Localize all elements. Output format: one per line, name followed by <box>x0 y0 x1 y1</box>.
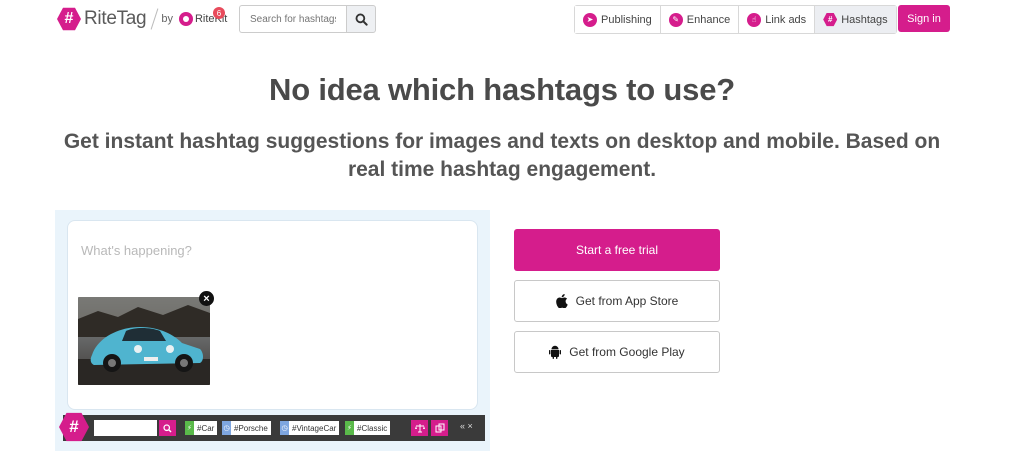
composer-placeholder: What's happening? <box>81 243 192 258</box>
copy-icon <box>435 423 444 433</box>
pencil-icon: ✎ <box>668 12 683 27</box>
sign-in-button[interactable]: Sign in <box>898 5 950 32</box>
send-icon: ➤ <box>583 12 597 27</box>
chip-label: #Classic <box>357 423 388 433</box>
google-play-button[interactable]: Get from Google Play <box>514 331 720 373</box>
hashtag-chip-classic[interactable]: ⚡ #Classic <box>345 421 391 435</box>
product-nav: ➤ Publishing ✎ Enhance ☝ Link ads # Hash… <box>574 5 897 34</box>
nav-link-ads-label: Link ads <box>765 13 807 26</box>
trending-icon: ⚡ <box>185 421 194 435</box>
ritekit-icon <box>178 12 193 26</box>
ritetag-logo[interactable]: # RiteTag by RiteKit <box>57 7 227 31</box>
remove-image-button[interactable]: × <box>199 291 214 306</box>
nav-hashtags[interactable]: # Hashtags <box>815 6 896 33</box>
app-store-button[interactable]: Get from App Store <box>514 280 720 322</box>
hashtag-logo-icon: # <box>57 7 81 31</box>
scale-icon <box>414 424 425 433</box>
hashtag-search <box>239 5 376 33</box>
balance-button[interactable] <box>411 420 428 436</box>
hashtag-chip-vintagecar[interactable]: ◷ #VintageCar <box>280 421 340 435</box>
tagbar-input[interactable] <box>94 420 157 436</box>
nav-hashtags-label: Hashtags <box>841 13 888 26</box>
chip-label: #Car <box>197 423 215 433</box>
chip-label: #Porsche <box>234 423 268 433</box>
android-icon <box>549 345 562 359</box>
logo-by-text: by <box>161 13 173 25</box>
notification-badge[interactable]: 6 <box>213 7 225 19</box>
start-free-trial-button[interactable]: Start a free trial <box>514 229 720 271</box>
logo-text: RiteTag <box>84 8 147 29</box>
copy-button[interactable] <box>431 420 448 436</box>
apple-icon <box>555 294 568 308</box>
clock-icon: ◷ <box>222 421 231 435</box>
hand-pointer-icon: ☝ <box>747 12 762 27</box>
trending-icon: ⚡ <box>345 421 354 435</box>
nav-publishing-label: Publishing <box>601 13 652 26</box>
hashtag-suggestion-bar: # ⚡ #Car ◷ #Porsche ◷ #VintageCar ⚡ #Cla… <box>59 412 485 442</box>
clock-icon: ◷ <box>280 421 289 435</box>
search-button[interactable] <box>346 5 376 33</box>
hashtag-chip-porsche[interactable]: ◷ #Porsche <box>222 421 271 435</box>
nav-link-ads[interactable]: ☝ Link ads <box>739 6 816 33</box>
hero-title: No idea which hashtags to use? <box>269 72 735 107</box>
collapse-close-controls[interactable]: « × <box>460 421 473 431</box>
chip-label: #VintageCar <box>292 423 337 433</box>
app-store-label: Get from App Store <box>575 294 679 308</box>
hashtag-chip-car[interactable]: ⚡ #Car <box>185 421 218 435</box>
attached-car-image <box>78 297 210 385</box>
search-icon <box>355 13 368 26</box>
hashtag-icon: # <box>823 12 838 27</box>
post-composer[interactable]: What's happening? × <box>67 220 478 410</box>
nav-publishing[interactable]: ➤ Publishing <box>575 6 661 33</box>
close-icon: × <box>203 292 210 305</box>
hero-subtitle: Get instant hashtag suggestions for imag… <box>63 130 941 181</box>
nav-enhance[interactable]: ✎ Enhance <box>660 6 740 33</box>
logo-divider <box>150 8 159 30</box>
search-icon <box>163 423 172 433</box>
ritetag-hashtag-icon[interactable]: # <box>59 412 89 442</box>
top-navbar: # RiteTag by RiteKit 6 ➤ Publishing ✎ En… <box>0 0 1024 40</box>
tagbar-search-button[interactable] <box>159 420 176 436</box>
hashtag-search-input[interactable] <box>239 5 346 33</box>
nav-enhance-label: Enhance <box>686 13 731 26</box>
demo-panel: What's happening? × # ⚡ #Car ◷ #Porsche … <box>55 210 490 451</box>
google-play-label: Get from Google Play <box>569 345 685 359</box>
